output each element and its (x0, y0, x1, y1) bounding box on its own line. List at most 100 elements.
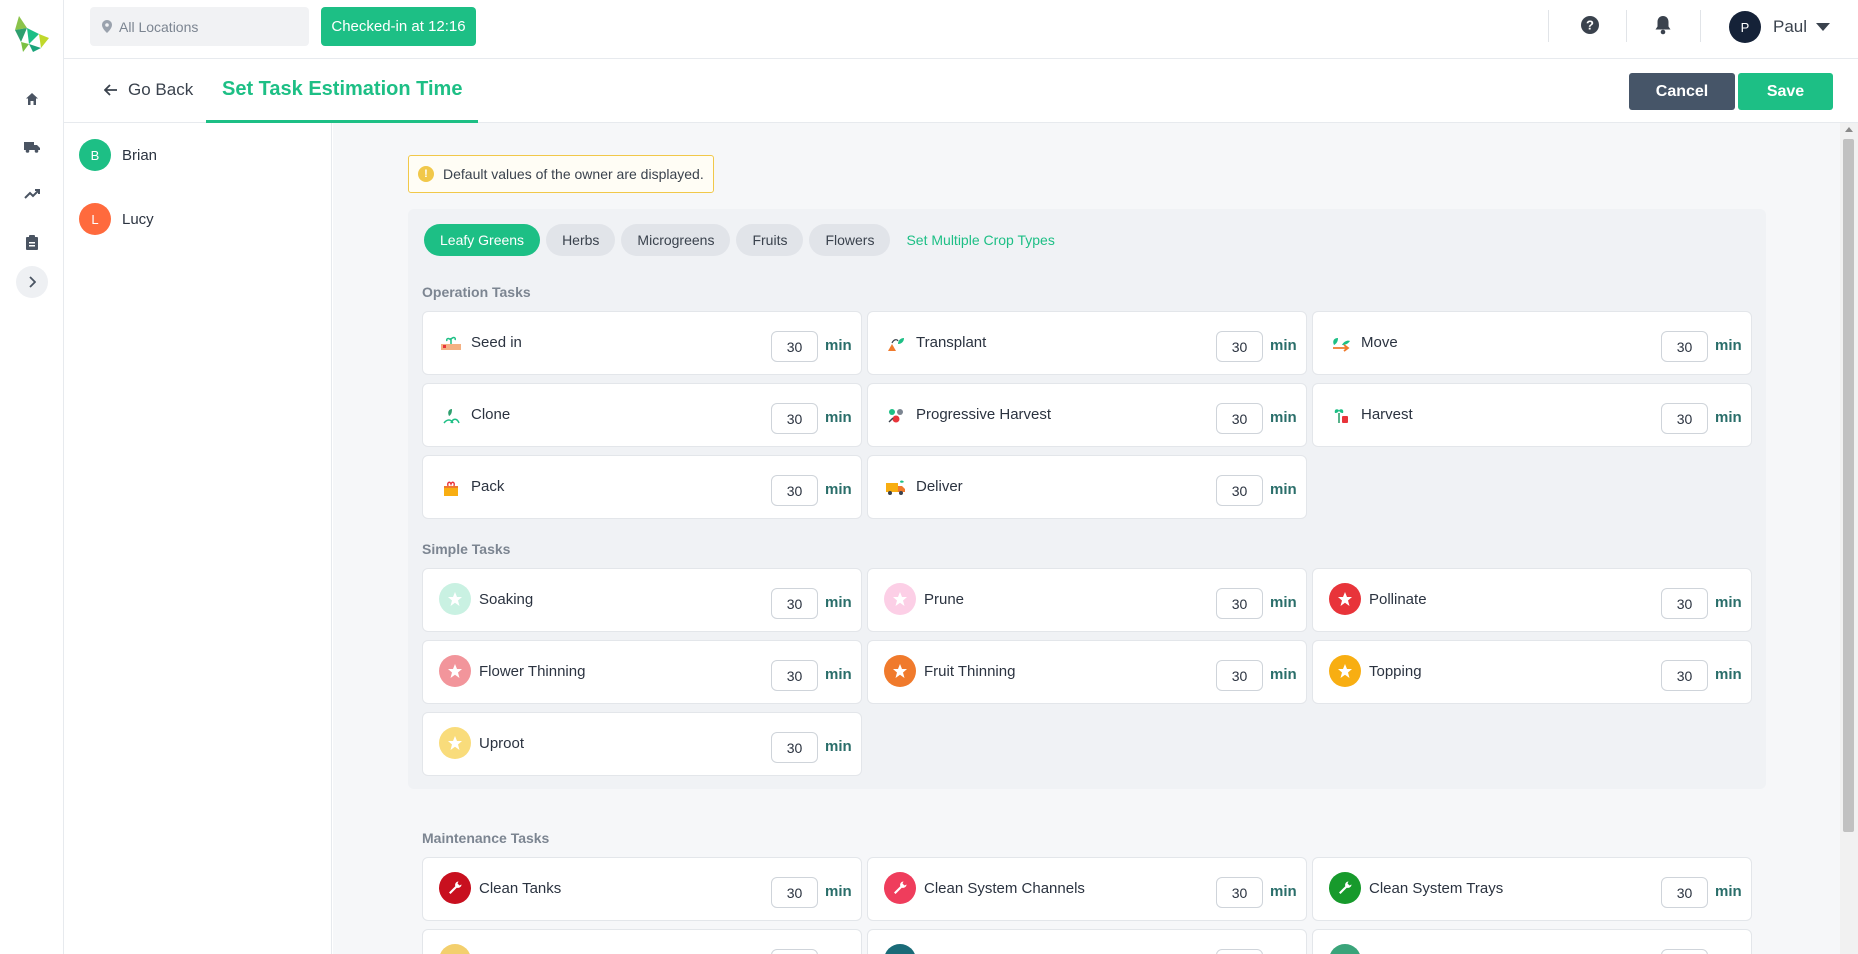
unit-label: min (1715, 883, 1742, 900)
left-rail (0, 0, 64, 954)
tab-microgreens[interactable]: Microgreens (621, 224, 731, 256)
notifications-button[interactable] (1654, 15, 1672, 40)
caret-down-icon (1816, 23, 1831, 31)
save-button[interactable]: Save (1738, 73, 1833, 110)
tab-flowers[interactable]: Flowers (809, 224, 891, 256)
set-multiple-crop-types-link[interactable]: Set Multiple Crop Types (906, 232, 1054, 248)
task-name: Clean System Channels (924, 880, 1085, 897)
task-card: Progressive Harvest 30 min (867, 383, 1307, 447)
checkin-button[interactable]: Checked-in at 12:16 (321, 7, 476, 46)
divider (1548, 10, 1549, 42)
person-item-lucy[interactable]: L Lucy (79, 203, 154, 235)
tab-herbs[interactable]: Herbs (546, 224, 616, 256)
app-logo-icon[interactable] (9, 12, 51, 54)
unit-label: min (825, 666, 852, 683)
task-card: Flower Thinning 30 min (422, 640, 862, 704)
scrollbar[interactable] (1840, 123, 1858, 954)
clone-icon (437, 402, 465, 430)
avatar: B (79, 139, 111, 171)
seed-in-icon (437, 330, 465, 358)
home-nav[interactable] (20, 87, 44, 111)
task-name: Clean Tanks (479, 880, 562, 897)
task-name: Pollinate (1369, 591, 1427, 608)
unit-label: min (1715, 594, 1742, 611)
title-tab: Set Task Estimation Time (206, 59, 479, 123)
person-name: Lucy (122, 210, 154, 228)
time-input[interactable]: 30 (1216, 331, 1263, 362)
delivery-nav[interactable] (20, 135, 44, 159)
scroll-up-icon[interactable] (1845, 127, 1853, 132)
chevron-right-icon (29, 276, 36, 288)
time-input[interactable]: 30 (1661, 877, 1708, 908)
section-label-simple: Simple Tasks (422, 541, 511, 557)
unit-label: min (1270, 594, 1297, 611)
time-input[interactable]: 30 (771, 732, 818, 763)
task-name: Move (1361, 334, 1398, 351)
unit-label: min (1270, 337, 1297, 354)
time-input[interactable]: 30 (1661, 588, 1708, 619)
unit-label: min (825, 337, 852, 354)
bell-icon (1655, 16, 1671, 35)
warning-icon: ! (418, 166, 434, 182)
wrench-icon (439, 872, 471, 904)
time-input[interactable]: 30 (1216, 588, 1263, 619)
task-card: Seed in 30 min (422, 311, 862, 375)
go-back-button[interactable]: Go Back (104, 80, 193, 100)
time-input[interactable]: 30 (1661, 403, 1708, 434)
time-input[interactable]: 30 (771, 403, 818, 434)
section-label-operation: Operation Tasks (422, 284, 531, 300)
section-label-maintenance: Maintenance Tasks (422, 830, 550, 846)
time-input[interactable]: 30 (1661, 660, 1708, 691)
time-input[interactable] (771, 949, 818, 954)
star-icon (1329, 655, 1361, 687)
time-input[interactable]: 30 (1661, 331, 1708, 362)
time-input[interactable]: 30 (771, 660, 818, 691)
location-selector[interactable]: All Locations (90, 7, 309, 46)
task-card: Clean Tanks 30 min (422, 857, 862, 921)
person-item-brian[interactable]: B Brian (79, 139, 157, 171)
analytics-nav[interactable] (20, 182, 44, 206)
task-card: Move 30 min (1312, 311, 1752, 375)
user-menu[interactable]: P Paul (1729, 11, 1831, 43)
time-input[interactable]: 30 (1216, 877, 1263, 908)
task-name: Deliver (916, 478, 963, 495)
time-input[interactable]: 30 (1216, 403, 1263, 434)
task-name: Pack (471, 478, 505, 495)
deliver-icon (882, 474, 910, 502)
task-name: Harvest (1361, 406, 1413, 423)
time-input[interactable]: 30 (771, 877, 818, 908)
star-icon (439, 655, 471, 687)
star-icon (439, 727, 471, 759)
time-input[interactable]: 30 (771, 588, 818, 619)
time-input[interactable] (1216, 949, 1263, 954)
task-card: Clone 30 min (422, 383, 862, 447)
time-input[interactable]: 30 (771, 475, 818, 506)
time-input[interactable] (1661, 949, 1708, 954)
task-card: Pack 30 min (422, 455, 862, 519)
tab-leafy-greens[interactable]: Leafy Greens (424, 224, 541, 256)
truck-icon (24, 142, 40, 153)
crop-type-tabs: Leafy Greens Herbs Microgreens Fruits Fl… (424, 224, 1055, 256)
avatar: P (1729, 11, 1761, 43)
scrollbar-thumb[interactable] (1843, 139, 1854, 832)
time-input[interactable]: 30 (771, 331, 818, 362)
task-card (1312, 929, 1752, 954)
time-input[interactable]: 30 (1216, 660, 1263, 691)
task-name: Seed in (471, 334, 522, 351)
task-name: Topping (1369, 663, 1422, 680)
pack-icon (437, 474, 465, 502)
expand-sidebar-button[interactable] (16, 266, 48, 298)
task-card (867, 929, 1307, 954)
tasks-nav[interactable] (20, 230, 44, 254)
task-card: Deliver 30 min (867, 455, 1307, 519)
main-content: ! Default values of the owner are displa… (333, 123, 1840, 954)
cancel-button[interactable]: Cancel (1629, 73, 1735, 110)
unit-label: min (1270, 409, 1297, 426)
home-icon (26, 93, 38, 105)
wrench-icon (439, 944, 471, 954)
help-button[interactable]: ? (1580, 15, 1600, 40)
unit-label: min (825, 883, 852, 900)
time-input[interactable]: 30 (1216, 475, 1263, 506)
tab-fruits[interactable]: Fruits (736, 224, 804, 256)
task-card: Soaking 30 min (422, 568, 862, 632)
